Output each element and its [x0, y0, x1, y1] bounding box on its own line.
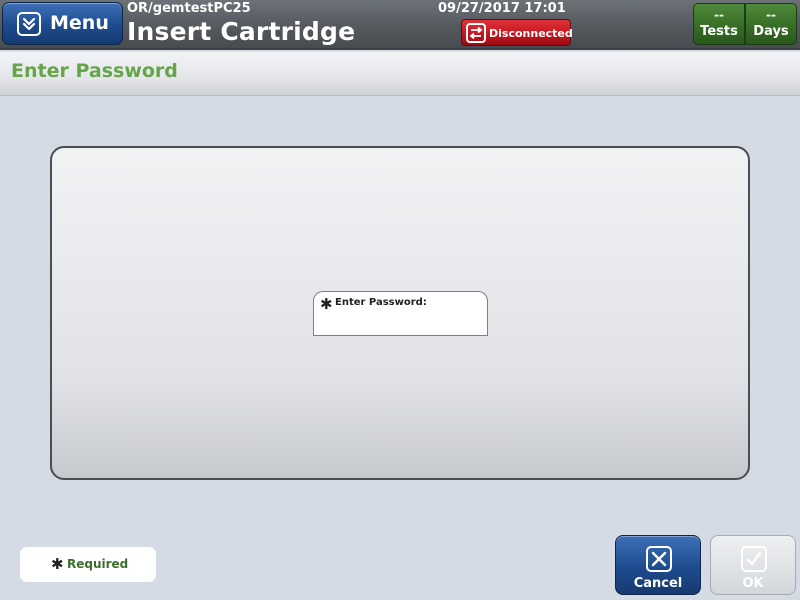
section-header: Enter Password	[0, 52, 800, 96]
days-label: Days	[753, 24, 789, 39]
required-legend: ✱ Required	[20, 547, 156, 582]
ok-label: OK	[742, 576, 764, 591]
connection-status-badge[interactable]: Disconnected	[461, 19, 573, 46]
menu-button[interactable]: Menu	[2, 2, 123, 45]
password-field-label: Enter Password:	[335, 297, 427, 308]
tests-count: --	[714, 8, 724, 22]
required-label: Required	[67, 557, 129, 571]
tests-counter[interactable]: -- Tests	[693, 3, 745, 45]
section-title: Enter Password	[11, 60, 178, 82]
cancel-button[interactable]: Cancel	[615, 535, 701, 595]
close-icon	[646, 546, 672, 572]
connection-arrows-icon	[466, 23, 486, 43]
menu-label: Menu	[50, 12, 109, 34]
password-input[interactable]: ✱ Enter Password:	[313, 291, 488, 336]
tests-label: Tests	[700, 24, 738, 39]
chevron-double-down-icon	[17, 12, 41, 36]
ok-button[interactable]: OK	[710, 535, 796, 595]
date-time: 09/27/2017 17:01	[438, 1, 566, 16]
top-status-bar: Menu OR/gemtestPC25 Insert Cartridge 09/…	[0, 0, 800, 50]
days-counter[interactable]: -- Days	[745, 3, 797, 45]
screen-title: Insert Cartridge	[127, 17, 356, 46]
checkmark-icon	[741, 546, 767, 572]
required-asterisk-icon: ✱	[51, 555, 64, 573]
required-asterisk-icon: ✱	[320, 295, 333, 313]
connection-status-label: Disconnected	[489, 27, 573, 40]
password-panel: ✱ Enter Password:	[50, 146, 750, 480]
days-count: --	[766, 8, 776, 22]
cancel-label: Cancel	[633, 576, 683, 591]
device-name: OR/gemtestPC25	[127, 1, 251, 16]
